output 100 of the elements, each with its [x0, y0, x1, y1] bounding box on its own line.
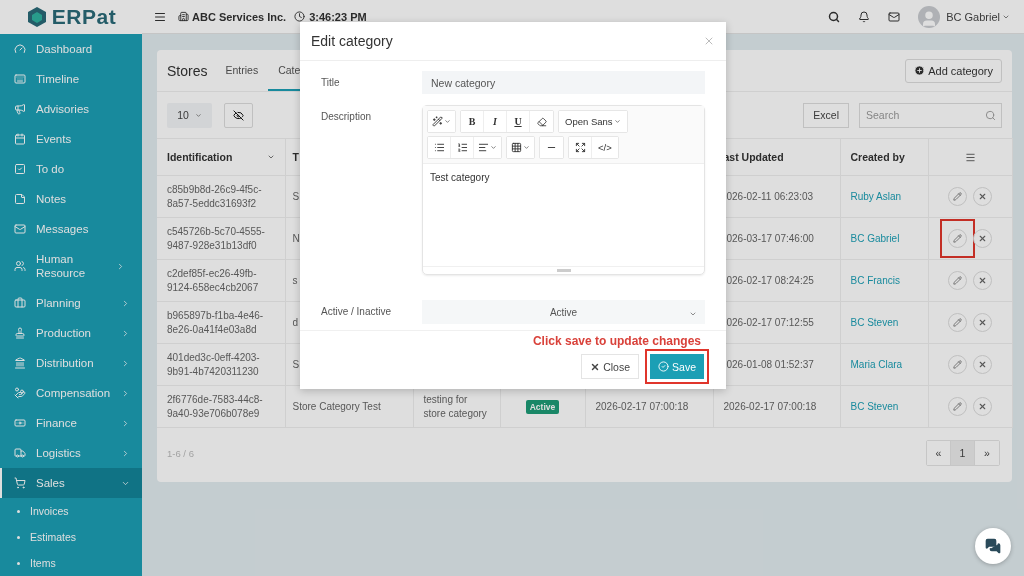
bell-icon[interactable]	[858, 10, 871, 23]
sidebar-item[interactable]: Events	[0, 124, 142, 154]
dialog-title: Edit category	[311, 33, 393, 49]
magic-wand-icon	[432, 116, 443, 127]
briefcase-icon	[14, 297, 26, 309]
resize-handle[interactable]	[556, 269, 571, 272]
delete-button[interactable]	[973, 355, 992, 374]
pencil-icon	[953, 402, 962, 411]
pencil-icon	[953, 360, 962, 369]
table-icon	[511, 142, 522, 153]
table-cell: c2def85f-ec26-49fb-9124-658ec4cb2067	[157, 259, 285, 302]
sidebar-item[interactable]: To do	[0, 154, 142, 184]
user-menu[interactable]: BC Gabriel	[946, 10, 1010, 23]
tab[interactable]: Entries	[215, 50, 269, 91]
company-name: ABC Services Inc.	[192, 10, 287, 23]
sidebar-item[interactable]: Human Resource	[0, 244, 142, 288]
bullet-icon	[17, 561, 20, 565]
chat-icon	[985, 538, 1001, 554]
users-icon	[14, 260, 26, 272]
sidebar-subitem[interactable]: Items	[0, 550, 142, 576]
sidebar-item[interactable]: Finance	[0, 408, 142, 438]
delete-button[interactable]	[973, 271, 992, 290]
page-size-dropdown[interactable]: 10	[167, 102, 212, 128]
text-editor[interactable]: B I U Open Sans </> Test category	[422, 105, 705, 275]
close-icon	[703, 35, 715, 47]
close-icon	[978, 234, 987, 243]
close-button[interactable]: Close	[581, 354, 640, 379]
pencil-icon	[953, 234, 962, 243]
status-dropdown[interactable]: Active	[422, 300, 705, 324]
user-link[interactable]: BC Steven	[850, 400, 899, 412]
table-cell: b965897b-f1ba-4e46-8e26-0a41f4e03a8d	[157, 301, 285, 344]
sort-icon	[266, 153, 275, 161]
style-button[interactable]	[428, 111, 455, 132]
user-link[interactable]: BC Gabriel	[850, 232, 900, 244]
sidebar-item[interactable]: Notes	[0, 184, 142, 214]
sidebar-item[interactable]: Timeline	[0, 64, 142, 94]
sidebar-item[interactable]: Production	[0, 318, 142, 348]
user-link[interactable]: Maria Clara	[850, 358, 903, 370]
numbered-list-icon	[456, 142, 468, 153]
menu-icon[interactable]	[154, 10, 166, 23]
table-cell: c545726b-5c70-4555-9487-928e31b13df0	[157, 217, 285, 260]
sidebar-item[interactable]: Logistics	[0, 438, 142, 468]
sidebar-subitem[interactable]: Estimates	[0, 524, 142, 550]
check-circle-icon	[658, 361, 670, 372]
clock-time: 3:46:23 PM	[309, 10, 367, 23]
keyboard-icon	[14, 73, 26, 85]
bullet-icon	[17, 509, 20, 513]
sidebar-item[interactable]: Sales	[0, 468, 142, 498]
envelope-icon	[14, 223, 26, 235]
save-button[interactable]: Save	[650, 354, 704, 379]
menu-icon[interactable]	[964, 151, 976, 163]
user-link[interactable]: BC Francis	[850, 274, 900, 286]
delete-button[interactable]	[973, 229, 992, 248]
annotation-text: Click save to update changes	[532, 334, 701, 348]
delete-button[interactable]	[973, 187, 992, 206]
cart-icon	[14, 477, 26, 489]
delete-button[interactable]	[973, 313, 992, 332]
previous-page-button[interactable]: «	[927, 441, 951, 465]
page-title: Stores	[167, 62, 208, 79]
sidebar-subitem[interactable]: Invoices	[0, 498, 142, 524]
table-cell: 2f6776de-7583-44c8-9a40-93e706b078e9	[157, 385, 285, 428]
calendar-icon	[14, 133, 26, 145]
sidebar-item[interactable]: Messages	[0, 214, 142, 244]
close-icon	[978, 360, 987, 369]
building-icon	[178, 11, 189, 22]
add-category-button[interactable]: Add category	[905, 58, 1002, 83]
title-field[interactable]: New category	[422, 71, 705, 94]
sidebar-item[interactable]: Compensation	[0, 378, 142, 408]
sidebar-item[interactable]: Advisories	[0, 94, 142, 124]
envelope-icon[interactable]	[888, 10, 901, 23]
user-link[interactable]: BC Steven	[850, 316, 899, 328]
column-header: Created by	[840, 138, 928, 176]
bold-button[interactable]: B	[461, 111, 484, 132]
sidebar-item[interactable]: Planning	[0, 288, 142, 318]
excel-button[interactable]: Excel	[803, 102, 849, 128]
column-visibility-button[interactable]	[224, 102, 253, 128]
list-icon	[433, 142, 445, 153]
table-button[interactable]	[507, 137, 534, 158]
chat-button[interactable]	[975, 528, 1011, 564]
bullet-list-button[interactable]	[428, 137, 451, 158]
pencil-icon	[953, 192, 962, 201]
search-field[interactable]: Search	[859, 102, 1002, 128]
page-button[interactable]: 1	[951, 441, 975, 465]
search-icon[interactable]	[828, 10, 841, 23]
status-badge: Active	[525, 399, 560, 414]
delete-button[interactable]	[973, 397, 992, 416]
plus-icon	[914, 65, 926, 76]
user-link[interactable]: Ruby Aslan	[850, 190, 902, 202]
table-cell: c85b9b8d-26c9-4f5c-8a57-5eddc31693f2	[157, 175, 285, 218]
gauge-icon	[14, 43, 26, 55]
fullscreen-button[interactable]	[569, 137, 592, 158]
column-header[interactable]: Identification	[157, 138, 285, 176]
close-icon	[978, 318, 987, 327]
close-icon	[978, 192, 987, 201]
checkbox-icon	[14, 163, 26, 175]
sidebar-item[interactable]: Dashboard	[0, 34, 142, 64]
sidebar-item[interactable]: Distribution	[0, 348, 142, 378]
font-dropdown[interactable]: Open Sans	[559, 111, 627, 132]
caret-icon	[689, 310, 697, 318]
expand-icon	[574, 142, 586, 153]
